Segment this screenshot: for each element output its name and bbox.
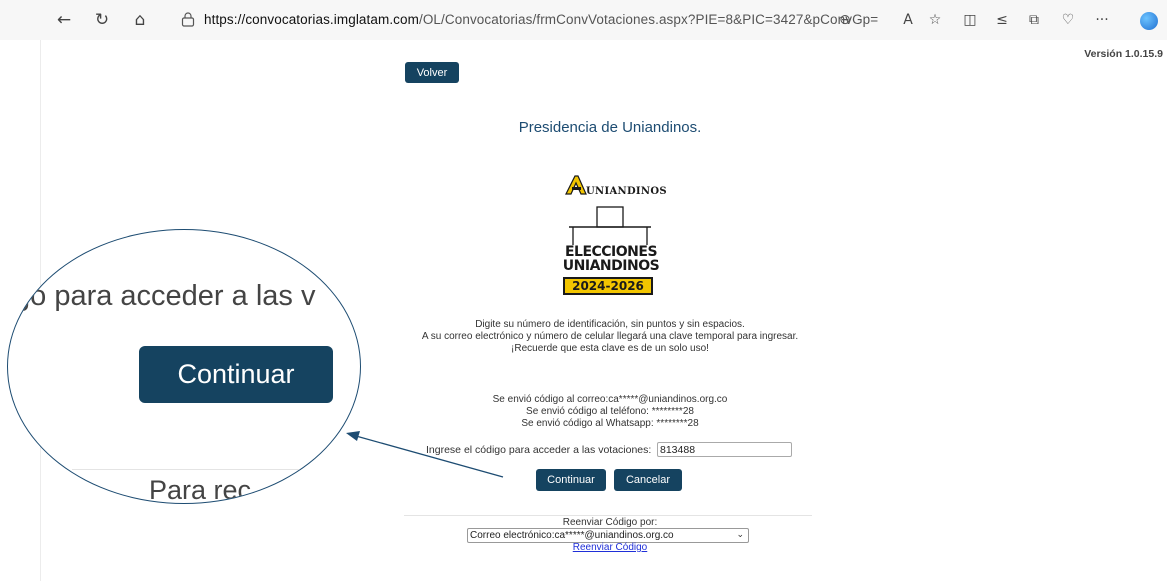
url-domain: https://convocatorias.imglatam.com xyxy=(204,12,419,27)
logo-text: UNIANDINOS xyxy=(586,186,667,197)
read-aloud-icon[interactable]: A xyxy=(896,8,920,32)
favorites-list-icon[interactable]: ≤ xyxy=(990,8,1014,32)
uniandinos-logo-icon xyxy=(565,175,587,195)
version-label: Versión 1.0.15.9 xyxy=(1084,48,1163,60)
magnified-text: Para rec xyxy=(149,475,252,504)
instruction-line: A su correo electrónico y número de celu… xyxy=(421,331,799,342)
ballot-box-icon xyxy=(569,206,651,245)
back-button[interactable]: Volver xyxy=(405,62,459,83)
zoom-icon[interactable]: ⊖ xyxy=(834,9,856,31)
magnified-continue-button: Continuar xyxy=(139,346,333,403)
profile-icon[interactable] xyxy=(1140,12,1158,30)
more-icon[interactable]: ··· xyxy=(1090,8,1114,32)
address-bar[interactable]: https://convocatorias.imglatam.com/OL/Co… xyxy=(163,7,878,33)
elections-years-badge: 2024-2026 xyxy=(563,277,653,295)
sent-phone-message: Se envió código al teléfono: ********28 xyxy=(526,406,694,417)
browser-toolbar: ← ↻ ⌂ https://convocatorias.imglatam.com… xyxy=(0,0,1167,40)
url-text: https://convocatorias.imglatam.com/OL/Co… xyxy=(204,12,878,27)
page-title: Presidencia de Uniandinos. xyxy=(518,119,702,136)
home-icon[interactable]: ⌂ xyxy=(128,8,152,32)
lock-icon xyxy=(181,12,195,27)
back-icon[interactable]: ← xyxy=(52,8,76,32)
refresh-icon[interactable]: ↻ xyxy=(90,8,114,32)
code-input[interactable] xyxy=(657,442,792,457)
magnifier-callout: go para acceder a las v Continuar Para r… xyxy=(7,229,361,504)
resend-code-link[interactable]: Reenviar Código xyxy=(540,542,680,553)
resend-label: Reenviar Código por: xyxy=(562,517,658,528)
magnified-divider xyxy=(72,469,360,470)
cancel-button[interactable]: Cancelar xyxy=(614,469,682,491)
url-path: /OL/Convocatorias/frmConvVotaciones.aspx… xyxy=(418,12,879,27)
instruction-line: ¡Recuerde que esta clave es de un solo u… xyxy=(511,343,709,354)
split-screen-icon[interactable]: ◫ xyxy=(958,8,982,32)
health-icon[interactable]: ♡ xyxy=(1056,8,1080,32)
collections-icon[interactable]: ⧉ xyxy=(1022,8,1046,32)
elections-title-line2: UNIANDINOS xyxy=(562,258,660,274)
favorite-icon[interactable]: ☆ xyxy=(923,8,947,32)
chevron-down-icon: ⌄ xyxy=(736,530,744,540)
divider xyxy=(404,515,812,516)
resend-method-select[interactable]: Correo electrónico:ca*****@uniandinos.or… xyxy=(467,528,749,543)
sent-whatsapp-message: Se envió código al Whatsapp: ********28 xyxy=(521,418,699,429)
resend-selected-value: Correo electrónico:ca*****@uniandinos.or… xyxy=(470,530,674,541)
instruction-line: Digite su número de identificación, sin … xyxy=(475,319,745,330)
magnified-code-label: go para acceder a las v xyxy=(14,280,316,312)
continue-button[interactable]: Continuar xyxy=(536,469,606,491)
sent-email-message: Se envió código al correo:ca*****@uniand… xyxy=(492,394,728,405)
code-label: Ingrese el código para acceder a las vot… xyxy=(426,444,652,456)
